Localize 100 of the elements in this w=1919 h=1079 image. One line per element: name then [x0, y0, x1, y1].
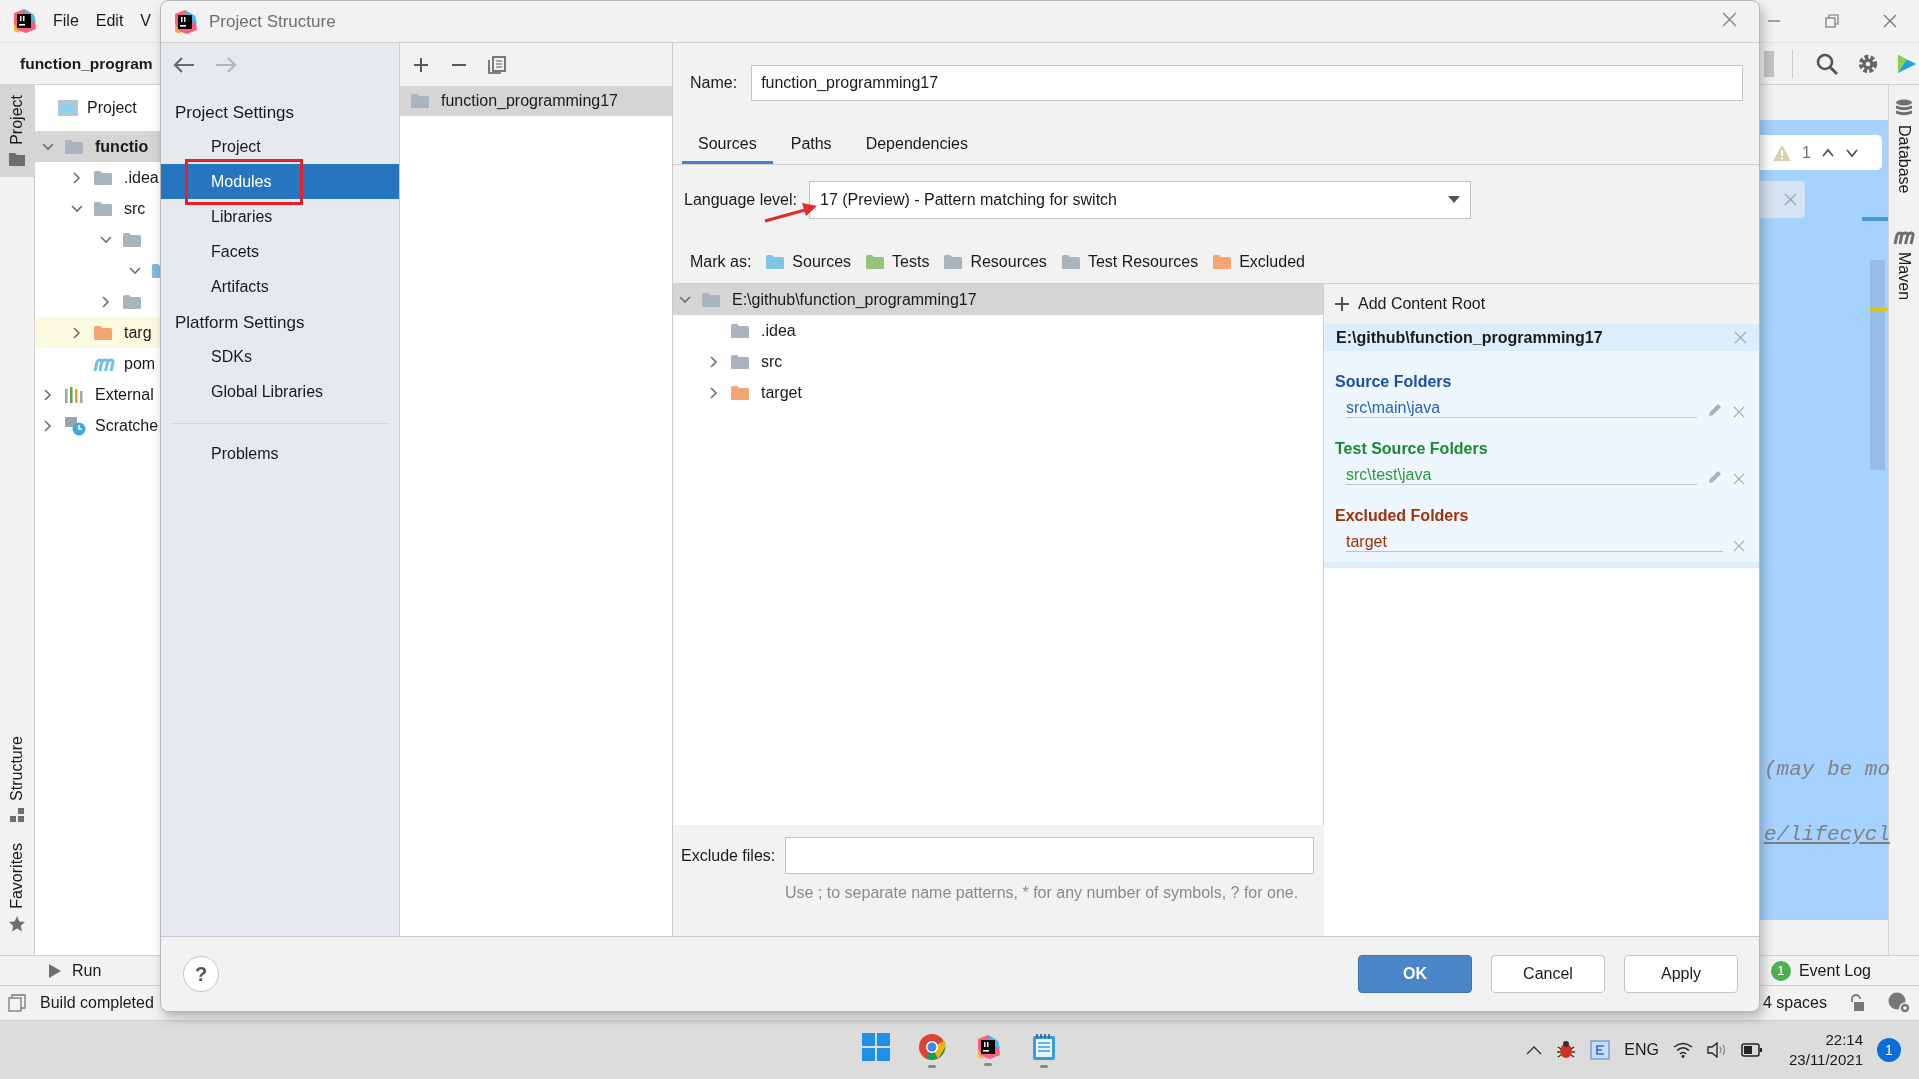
folder-icon [93, 168, 115, 187]
bug-icon[interactable] [1556, 1040, 1577, 1060]
tree-row[interactable]: target [673, 377, 1323, 408]
tree-label: pom [124, 354, 156, 373]
tree-row[interactable]: .idea [673, 315, 1323, 346]
help-button[interactable]: ? [183, 956, 219, 992]
tree-row[interactable]: E:\github\function_programming17 [673, 284, 1323, 315]
ide-icon [975, 1034, 1000, 1059]
tool-window-tab[interactable]: Favorites [0, 833, 34, 943]
help-settings-icon[interactable] [1887, 992, 1911, 1014]
dialog-button[interactable]: Cancel [1491, 955, 1605, 993]
tree-row[interactable]: .idea [35, 162, 160, 193]
tool-window-tab[interactable]: Maven [1895, 251, 1913, 300]
tab[interactable]: Sources [682, 128, 773, 164]
menu-item[interactable]: File [53, 12, 79, 30]
tree-label: External [95, 385, 154, 404]
tab[interactable]: Paths [774, 128, 848, 164]
tool-window-tab[interactable]: Structure [0, 726, 34, 834]
tree-row[interactable]: targ [35, 317, 160, 348]
warning-icon [1772, 143, 1792, 162]
add-icon [1334, 296, 1350, 312]
tree-label: functio [95, 137, 149, 156]
app-tray-icon[interactable] [1590, 1040, 1611, 1060]
menu-item[interactable]: V [140, 12, 152, 30]
battery-icon[interactable] [1741, 1043, 1764, 1057]
browser-icon[interactable] [917, 1032, 946, 1061]
nav-item[interactable]: Artifacts [161, 269, 399, 304]
scrollbar[interactable] [1870, 260, 1885, 470]
folder-icon [122, 230, 144, 249]
field-label: Language level: [684, 191, 797, 209]
language-indicator[interactable]: ENG [1624, 1041, 1660, 1059]
mark-as-button[interactable]: Test Resources [1060, 253, 1199, 271]
tree-row[interactable]: functio [35, 131, 160, 162]
nav-item[interactable]: Global Libraries [161, 374, 399, 409]
language-dropdown[interactable]: 17 (Preview) - Pattern matching for switch [809, 181, 1471, 219]
logo-icon [12, 9, 36, 33]
back-icon[interactable] [173, 55, 195, 74]
tree-row[interactable]: Scratche [35, 410, 160, 441]
layout-icon[interactable] [8, 994, 26, 1012]
unlock-icon[interactable] [1849, 994, 1865, 1012]
close-icon[interactable] [1883, 14, 1897, 28]
scroll-marker [1862, 217, 1888, 221]
dialog-button[interactable]: Apply [1624, 955, 1738, 993]
close-icon[interactable] [1722, 12, 1737, 27]
mark-as-button[interactable]: Excluded [1212, 253, 1305, 271]
resources-folder-icon [1060, 253, 1083, 271]
ok-button[interactable]: OK [1358, 955, 1472, 993]
folder-icon [730, 383, 752, 402]
tree-label: Scratche [95, 416, 159, 435]
nav-item[interactable]: Libraries [161, 199, 399, 234]
clock-time[interactable]: 22:14 [1825, 1030, 1863, 1050]
start-icon[interactable] [861, 1032, 890, 1061]
search-icon[interactable] [1815, 51, 1839, 76]
inspection-widget[interactable]: 1 [1760, 135, 1882, 170]
folder-icon [122, 292, 144, 311]
nav-item[interactable]: SDKs [161, 339, 399, 374]
folder-group-title: Excluded Folders [1334, 506, 1470, 525]
name-field[interactable]: function_programming17 [751, 65, 1743, 101]
copy-icon[interactable] [488, 55, 506, 74]
tree-row[interactable]: src [35, 193, 160, 224]
nav-item[interactable]: Facets [161, 234, 399, 269]
add-content-root-button[interactable]: Add Content Root [1324, 284, 1759, 324]
module-item[interactable]: function_programming17 [400, 86, 672, 116]
tree-row[interactable]: External [35, 379, 160, 410]
field-label: Mark as: [690, 253, 752, 271]
notification-badge[interactable]: 1 [1877, 1038, 1901, 1062]
folder-path: src\main\java [1346, 399, 1697, 418]
warning-count: 1 [1802, 143, 1811, 162]
tree-label: .idea [761, 321, 796, 340]
panel-title[interactable]: Project [87, 99, 137, 117]
nav-item[interactable]: Modules [161, 164, 399, 199]
tree-label: src [124, 199, 146, 218]
clock-date[interactable]: 23/11/2021 [1789, 1050, 1863, 1070]
notepad-icon[interactable] [1031, 1032, 1056, 1061]
mark-as-button[interactable]: Tests [865, 253, 930, 271]
nav-item[interactable]: Project [161, 129, 399, 164]
tool-window-tab[interactable]: Project [0, 85, 34, 177]
tool-window-tab[interactable]: Run [72, 961, 102, 980]
folder-icon [93, 199, 115, 218]
tree-row[interactable]: pom [35, 348, 160, 379]
wifi-icon[interactable] [1673, 1042, 1694, 1058]
mark-as-button[interactable]: Resources [943, 253, 1047, 271]
star-icon [8, 915, 26, 933]
count-badge: 1 [1770, 960, 1791, 981]
menu-item[interactable]: Edit [95, 12, 124, 30]
volume-icon[interactable] [1707, 1042, 1728, 1058]
chevron-up-icon[interactable] [1526, 1045, 1543, 1055]
add-icon[interactable] [412, 55, 430, 74]
exclude-files-field[interactable] [785, 837, 1314, 874]
restore-icon[interactable] [1825, 14, 1839, 28]
scroll-marker [1870, 308, 1888, 311]
tree-row[interactable]: src [673, 346, 1323, 377]
tab[interactable]: Dependencies [849, 128, 984, 164]
nav-item[interactable]: Problems [161, 436, 399, 471]
event-log-tab[interactable]: Event Log [1798, 961, 1871, 980]
mark-as-button[interactable]: Sources [765, 253, 852, 271]
content-root-path: E:\github\function_programming17 [1336, 328, 1603, 347]
tool-window-tab[interactable]: Database [1895, 125, 1913, 194]
indent-setting[interactable]: 4 spaces [1762, 994, 1827, 1012]
settings-icon[interactable] [1857, 52, 1879, 75]
